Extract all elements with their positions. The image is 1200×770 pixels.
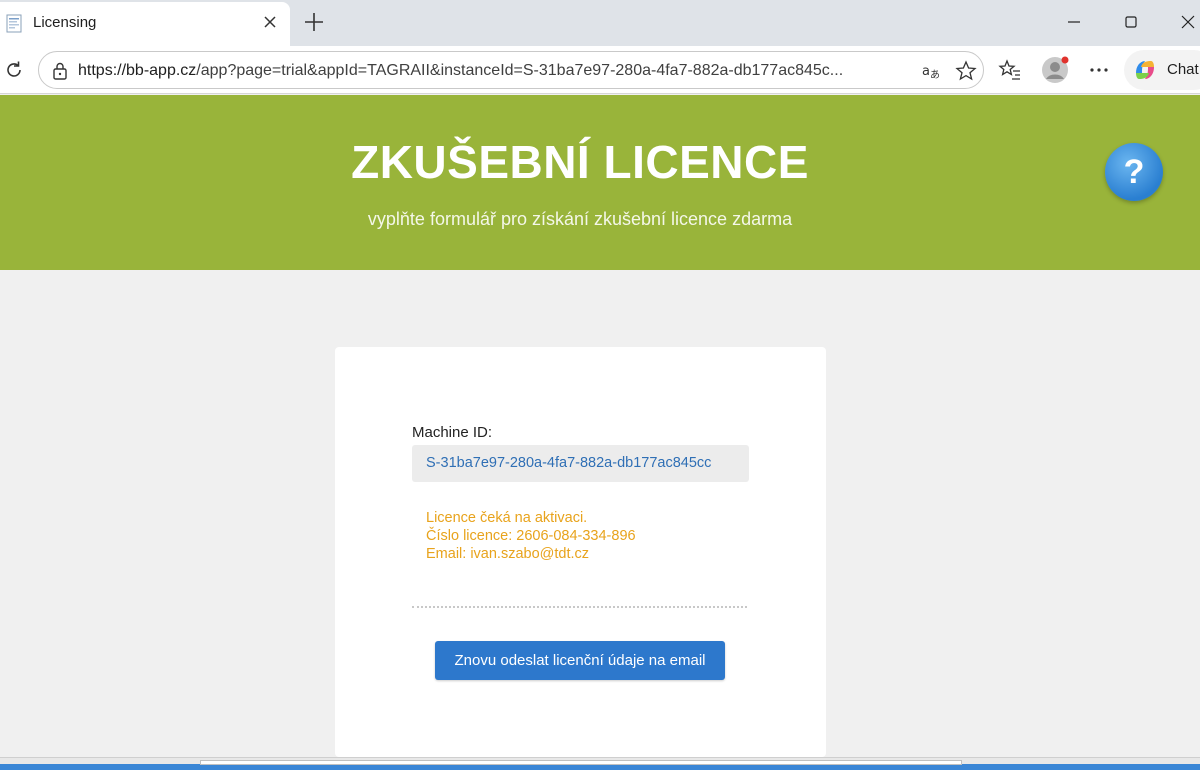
favorites-list-icon[interactable]	[998, 58, 1022, 82]
license-card: Machine ID: S-31ba7e97-280a-4fa7-882a-db…	[335, 347, 826, 757]
taskbar-window-preview	[200, 760, 962, 765]
address-bar[interactable]: https://bb-app.cz/app?page=trial&appId=T…	[38, 51, 984, 89]
status-pending-text: Licence čeká na aktivaci.	[426, 510, 588, 526]
taskbar	[0, 757, 1200, 770]
license-status-message: Licence čeká na aktivaci. Číslo licence:…	[426, 509, 636, 563]
url-text[interactable]: https://bb-app.cz/app?page=trial&appId=T…	[78, 62, 908, 80]
page-subtitle: vyplňte formulář pro získání zkušební li…	[367, 209, 793, 229]
status-email: Email: ivan.szabo@tdt.cz	[426, 546, 590, 562]
machine-id-label: Machine ID:	[412, 424, 493, 441]
maximize-icon[interactable]	[1119, 10, 1143, 34]
close-tab-icon[interactable]	[262, 14, 278, 30]
favorite-star-icon[interactable]	[955, 60, 977, 82]
lock-icon[interactable]	[52, 62, 68, 80]
browser-tab[interactable]: Licensing	[0, 2, 290, 46]
question-mark-icon: ?	[1123, 153, 1145, 191]
copilot-logo-icon	[1136, 61, 1154, 79]
chat-label: Chat	[1167, 61, 1199, 78]
url-host: https://bb-app.cz	[78, 62, 197, 79]
new-tab-icon[interactable]	[302, 10, 326, 34]
machine-id-value: S-31ba7e97-280a-4fa7-882a-db177ac845cc	[426, 455, 712, 471]
status-license-number: Číslo licence: 2606-084-334-896	[426, 528, 636, 544]
resend-license-button[interactable]: Znovu odeslat licenční údaje na email	[435, 641, 725, 680]
url-path: /app?page=trial&appId=TAGRAII&instanceId…	[196, 62, 844, 79]
svg-text:a: a	[922, 64, 930, 79]
profile-avatar-icon[interactable]	[1041, 56, 1069, 84]
page-header-banner: ZKUŠEBNÍ LICENCE vyplňte formulář pro zí…	[0, 95, 1200, 270]
close-window-icon[interactable]	[1176, 10, 1200, 34]
svg-text:あ: あ	[930, 69, 940, 81]
page-title: ZKUŠEBNÍ LICENCE	[351, 136, 809, 188]
browser-titlebar: Licensing	[0, 0, 1200, 46]
copilot-chat-button[interactable]: Chat	[1124, 50, 1200, 90]
help-button[interactable]: ?	[1105, 143, 1163, 201]
more-options-icon[interactable]	[1087, 58, 1111, 82]
tab-title: Licensing	[33, 14, 97, 31]
machine-id-field[interactable]: S-31ba7e97-280a-4fa7-882a-db177ac845cc	[412, 445, 749, 482]
reload-icon[interactable]	[3, 59, 25, 81]
page-favicon-icon	[6, 14, 22, 33]
dotted-divider	[412, 606, 747, 608]
translate-icon[interactable]: a あ	[921, 60, 943, 82]
minimize-icon[interactable]	[1062, 10, 1086, 34]
browser-toolbar: https://bb-app.cz/app?page=trial&appId=T…	[0, 46, 1200, 94]
